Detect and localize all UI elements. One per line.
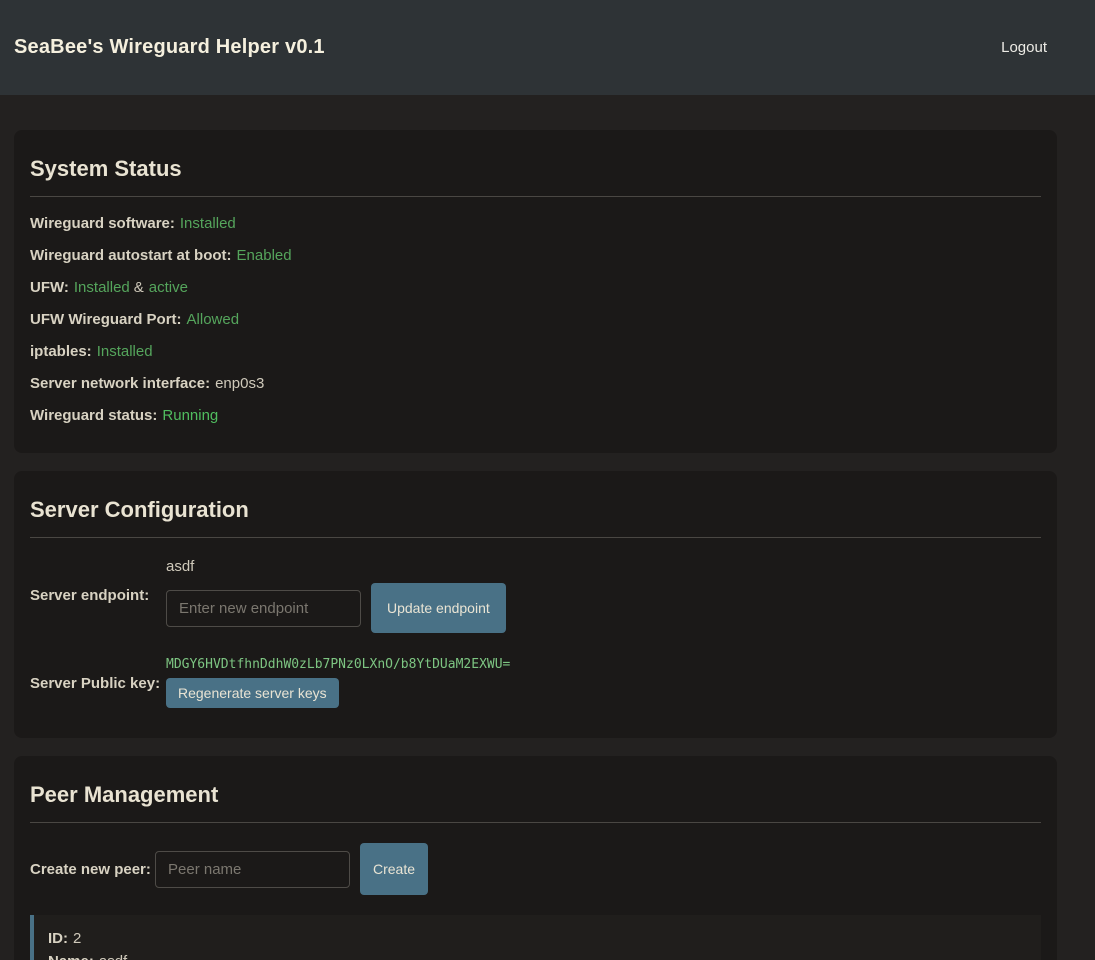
app-header: SeaBee's Wireguard Helper v0.1 Logout xyxy=(0,0,1095,95)
status-separator: & xyxy=(134,279,144,296)
status-value: Enabled xyxy=(237,247,292,264)
status-row-ufw-wireguard-port: UFW Wireguard Port: Allowed xyxy=(30,312,1041,327)
peer-management-title: Peer Management xyxy=(30,782,1041,808)
server-endpoint-label: Server endpoint: xyxy=(30,588,166,603)
status-row-wireguard-software: Wireguard software: Installed xyxy=(30,216,1041,231)
status-label: UFW Wireguard Port: xyxy=(30,311,182,328)
app-title: SeaBee's Wireguard Helper v0.1 xyxy=(14,36,325,59)
main-content: System Status Wireguard software: Install… xyxy=(0,95,1095,960)
server-public-key-label: Server Public key: xyxy=(30,676,166,691)
system-status-card: System Status Wireguard software: Install… xyxy=(14,130,1057,453)
peer-id-line: ID: 2 xyxy=(48,931,1027,946)
status-value: enp0s3 xyxy=(215,375,264,392)
status-row-network-interface: Server network interface: enp0s3 xyxy=(30,376,1041,391)
status-label: Server network interface: xyxy=(30,375,210,392)
status-label: Wireguard status: xyxy=(30,407,157,424)
status-row-ufw: UFW: Installed&active xyxy=(30,280,1041,295)
create-peer-button[interactable]: Create xyxy=(360,843,428,895)
endpoint-input-group: Update endpoint xyxy=(166,583,506,633)
current-endpoint-value: asdf xyxy=(166,558,506,575)
status-value: Installed xyxy=(74,279,130,296)
peer-management-card: Peer Management Create new peer: Create … xyxy=(14,756,1057,960)
server-public-key-value: MDGY6HVDtfhnDdhW0zLb7PNz0LXnO/b8YtDUaM2E… xyxy=(166,658,510,671)
status-value: Running xyxy=(162,407,218,424)
section-divider xyxy=(30,537,1041,538)
create-peer-label: Create new peer: xyxy=(30,861,155,878)
peer-name-input[interactable] xyxy=(155,851,350,888)
status-row-iptables: iptables: Installed xyxy=(30,344,1041,359)
status-value: Installed xyxy=(180,215,236,232)
peer-name-label: Name: xyxy=(48,953,94,960)
status-label: Wireguard software: xyxy=(30,215,175,232)
status-value-2: active xyxy=(149,279,188,296)
peer-name-line: Name: asdf xyxy=(48,954,1027,960)
server-endpoint-content: asdf Update endpoint xyxy=(166,558,506,633)
status-row-wireguard-status: Wireguard status: Running xyxy=(30,408,1041,423)
create-peer-row: Create new peer: Create xyxy=(30,843,1041,895)
server-endpoint-row: Server endpoint: asdf Update endpoint xyxy=(30,558,1041,633)
status-label: Wireguard autostart at boot: xyxy=(30,247,232,264)
status-label: UFW: xyxy=(30,279,69,296)
server-public-key-row: Server Public key: MDGY6HVDtfhnDdhW0zLb7… xyxy=(30,658,1041,708)
update-endpoint-button[interactable]: Update endpoint xyxy=(371,583,506,633)
section-divider xyxy=(30,822,1041,823)
peer-id-value: 2 xyxy=(73,930,81,947)
system-status-title: System Status xyxy=(30,156,1041,182)
status-value: Allowed xyxy=(187,311,240,328)
endpoint-input[interactable] xyxy=(166,590,361,627)
server-configuration-title: Server Configuration xyxy=(30,497,1041,523)
server-configuration-card: Server Configuration Server endpoint: as… xyxy=(14,471,1057,738)
peer-item: ID:2 Name:asdf Public Key:ckyOHj5Bk8707g… xyxy=(30,915,1041,960)
status-row-wireguard-autostart: Wireguard autostart at boot: Enabled xyxy=(30,248,1041,263)
status-value: Installed xyxy=(97,343,153,360)
peer-id-label: ID: xyxy=(48,930,68,947)
section-divider xyxy=(30,196,1041,197)
server-public-key-content: MDGY6HVDtfhnDdhW0zLb7PNz0LXnO/b8YtDUaM2E… xyxy=(166,658,510,708)
status-label: iptables: xyxy=(30,343,92,360)
peer-name-value: asdf xyxy=(99,953,127,960)
logout-link[interactable]: Logout xyxy=(1001,39,1047,56)
regenerate-server-keys-button[interactable]: Regenerate server keys xyxy=(166,678,339,708)
